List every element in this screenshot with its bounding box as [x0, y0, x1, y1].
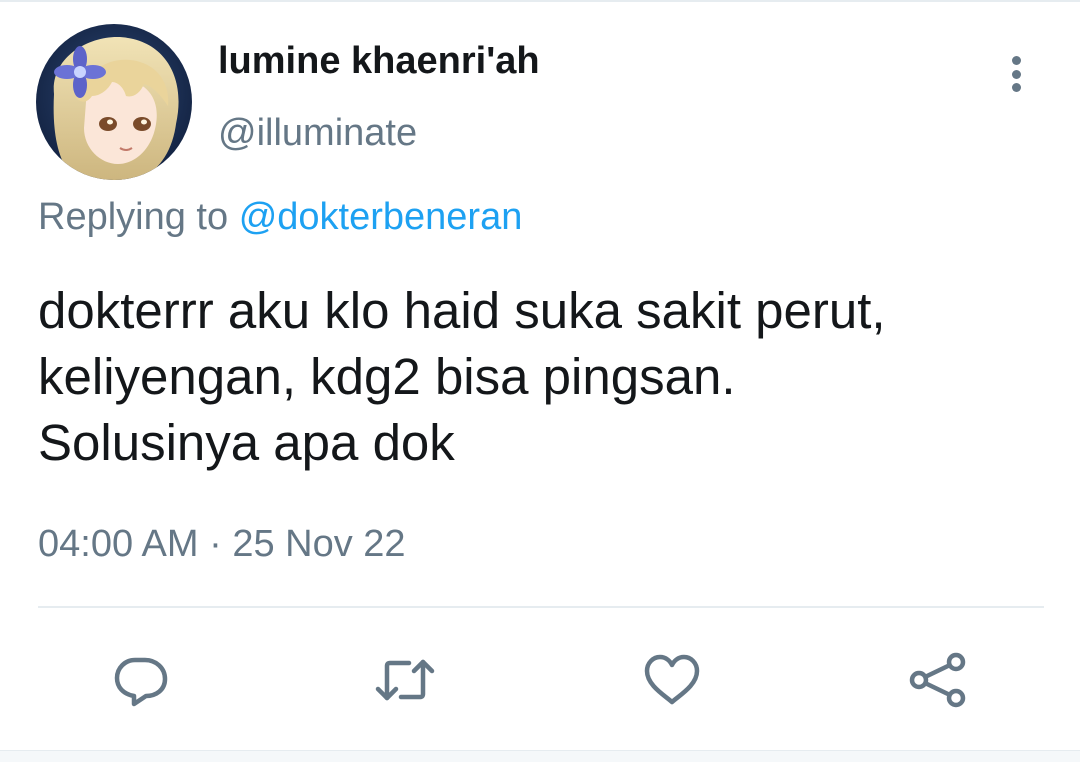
display-name[interactable]: lumine khaenri'ah [218, 40, 540, 83]
bottom-divider [0, 750, 1080, 762]
tweet-text-line: Solusinya apa dok [38, 414, 455, 471]
like-button[interactable] [640, 648, 704, 712]
tweet-text-line: dokterrr aku klo haid suka sakit perut, [38, 282, 886, 339]
share-button[interactable] [906, 648, 970, 712]
replying-to-label: Replying to [38, 196, 229, 238]
more-dot-icon [1011, 69, 1021, 79]
actions-divider [38, 606, 1044, 608]
top-divider [0, 0, 1080, 2]
avatar[interactable] [36, 24, 192, 180]
share-icon [909, 652, 966, 708]
more-dot-icon [1011, 83, 1021, 92]
like-icon [644, 654, 700, 705]
tweet-text: dokterrr aku klo haid suka sakit perut, … [38, 278, 1048, 476]
more-options-button[interactable] [996, 52, 1036, 96]
avatar-image [36, 24, 192, 180]
reply-icon [114, 657, 168, 707]
more-dot-icon [1011, 56, 1021, 65]
tweet-timestamp[interactable]: 04:00 AM · 25 Nov 22 [38, 523, 406, 566]
tweet-text-line: keliyengan, kdg2 bisa pingsan. [38, 348, 736, 405]
user-handle[interactable]: @illuminate [218, 112, 417, 155]
retweet-button[interactable] [373, 648, 437, 712]
reply-mention-link[interactable]: @dokterbeneran [239, 196, 523, 238]
retweet-icon [375, 659, 435, 701]
replying-to-line: Replying to @dokterbeneran [38, 196, 522, 239]
reply-button[interactable] [109, 648, 173, 712]
